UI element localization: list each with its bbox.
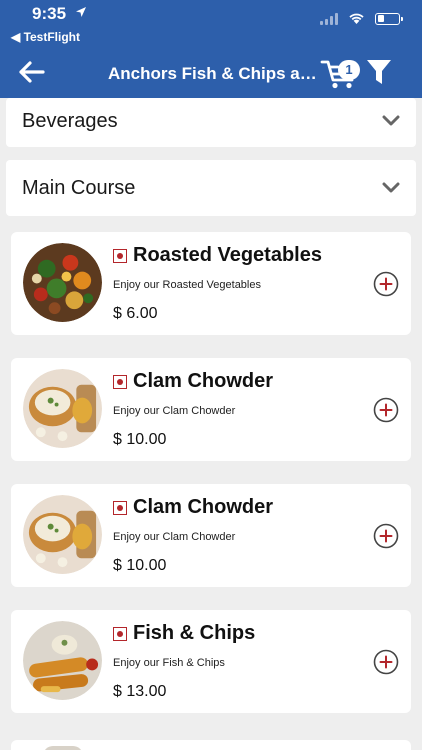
menu-item-card[interactable]: Clam Chowder Enjoy our Clam Chowder $ 10… (11, 358, 411, 461)
chevron-down-icon[interactable] (382, 182, 400, 194)
food-image (23, 495, 102, 574)
cart-count-badge[interactable]: 1 (338, 60, 360, 80)
status-indicators (320, 12, 403, 25)
page-title: Anchors Fish & Chips and... (108, 64, 318, 83)
item-price: $ 13.00 (113, 683, 167, 700)
category-main-course[interactable]: Main Course (6, 160, 416, 216)
menu-item-card[interactable]: Clam Chowder Enjoy our Clam Chowder $ 10… (11, 484, 411, 587)
plus-circle-icon[interactable] (373, 397, 399, 423)
category-label: Beverages (22, 110, 118, 132)
app-header: 9:35 ◀ TestFlight Anchors Fish & Chips a… (0, 0, 422, 98)
category-label: Main Course (22, 177, 136, 199)
item-description: Enjoy our Roasted Vegetables (113, 279, 261, 291)
veg-mark-icon (113, 375, 127, 389)
item-description: Enjoy our Clam Chowder (113, 405, 236, 417)
food-image (23, 369, 102, 448)
item-name: Roasted Vegetables (133, 244, 322, 266)
menu-item-card[interactable]: Fish & Chips Enjoy our Fish & Chips $ 13… (11, 610, 411, 713)
wifi-icon (349, 13, 364, 24)
plus-circle-icon[interactable] (373, 523, 399, 549)
category-beverages[interactable]: Beverages (6, 98, 416, 147)
veg-mark-icon (113, 249, 127, 263)
menu-item-card[interactable] (11, 740, 411, 750)
item-description: Enjoy our Fish & Chips (113, 657, 225, 669)
filter-icon[interactable] (366, 58, 392, 86)
chevron-down-icon[interactable] (382, 115, 400, 127)
food-image (43, 746, 83, 750)
battery-icon (375, 12, 403, 25)
back-arrow-icon[interactable] (16, 58, 46, 86)
item-name: Clam Chowder (133, 496, 274, 518)
cellular-signal-icon (320, 12, 338, 25)
item-name: Clam Chowder (133, 370, 274, 392)
back-to-app-link[interactable]: ◀ TestFlight (11, 30, 80, 44)
location-arrow-icon (76, 7, 86, 17)
food-image (23, 243, 102, 322)
plus-circle-icon[interactable] (373, 271, 399, 297)
menu-item-card[interactable]: Roasted Vegetables Enjoy our Roasted Veg… (11, 232, 411, 335)
item-price: $ 10.00 (113, 431, 167, 448)
plus-circle-icon[interactable] (373, 649, 399, 675)
item-price: $ 6.00 (113, 305, 158, 322)
item-description: Enjoy our Clam Chowder (113, 531, 236, 543)
status-time: 9:35 (32, 4, 67, 23)
veg-mark-icon (113, 627, 127, 641)
food-image (23, 621, 102, 700)
item-price: $ 10.00 (113, 557, 167, 574)
item-name: Fish & Chips (133, 622, 256, 644)
veg-mark-icon (113, 501, 127, 515)
